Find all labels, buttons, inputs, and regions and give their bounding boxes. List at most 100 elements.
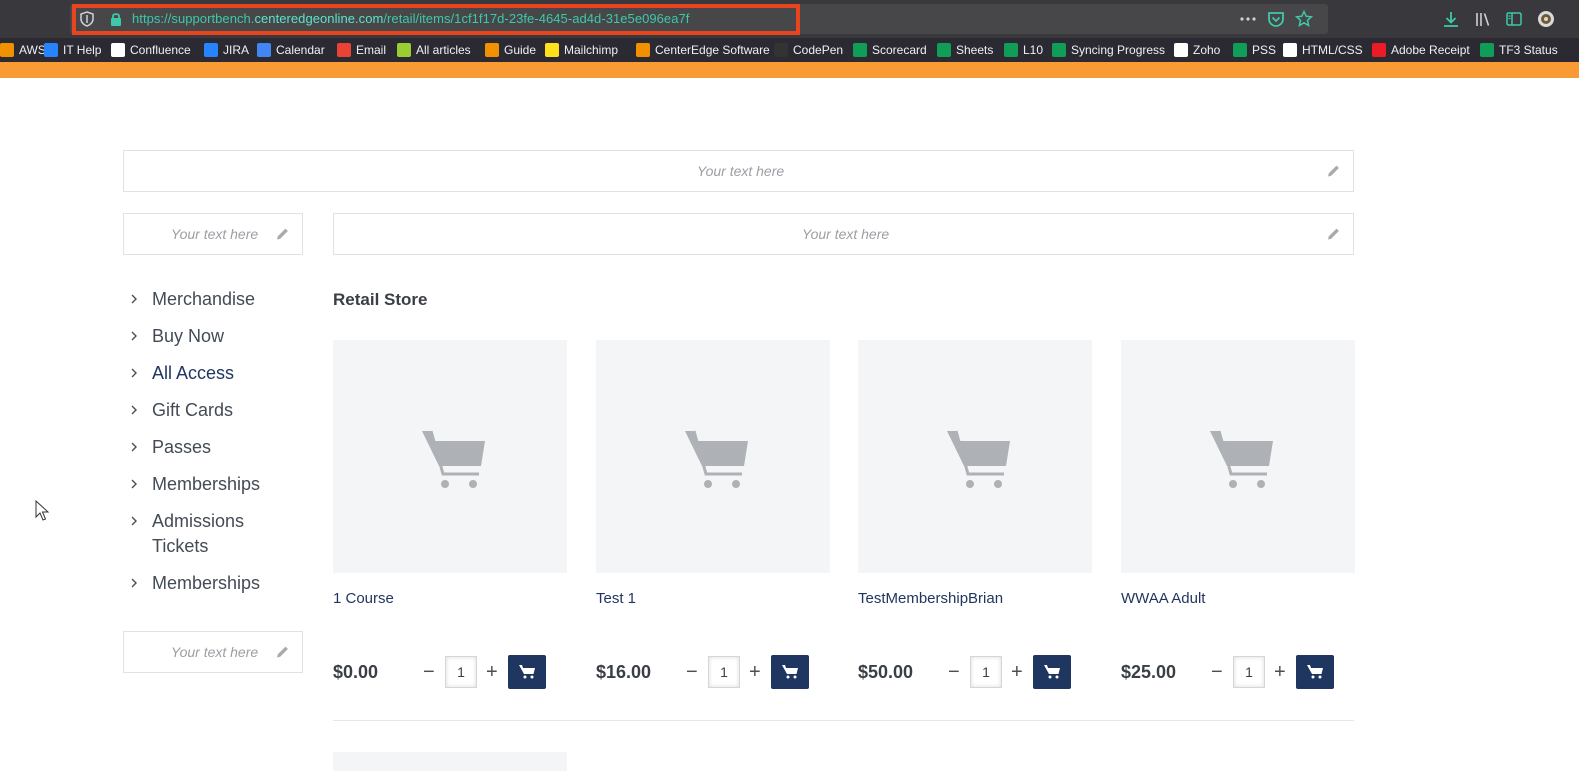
- qty-input[interactable]: [445, 656, 477, 688]
- bookmark-favicon-icon: [111, 43, 125, 57]
- text-block-placeholder: Your text here: [171, 226, 259, 242]
- downloads-icon[interactable]: [1442, 10, 1460, 28]
- pocket-icon[interactable]: [1267, 10, 1285, 28]
- bookmark-favicon-icon: [853, 43, 867, 57]
- qty-increment-button[interactable]: +: [749, 662, 761, 682]
- bookmark-scorecard[interactable]: Scorecard: [853, 42, 927, 58]
- bookmark-pss[interactable]: PSS: [1233, 42, 1276, 58]
- bookmark-calendar[interactable]: Calendar: [257, 42, 325, 58]
- content-text-block[interactable]: Your text here: [333, 213, 1354, 255]
- bookmark-zoho[interactable]: Zoho: [1174, 42, 1220, 58]
- sidebar-top-text-block[interactable]: Your text here: [123, 213, 303, 255]
- bookmark-label: PSS: [1252, 43, 1277, 57]
- bookmark-favicon-icon: [1174, 43, 1188, 57]
- bookmark-mailchimp[interactable]: Mailchimp: [545, 42, 618, 58]
- qty-increment-button[interactable]: +: [486, 662, 498, 682]
- site-header-bar: [0, 62, 1579, 78]
- bookmark-favicon-icon: [204, 43, 218, 57]
- bookmark-label: Calendar: [276, 43, 325, 57]
- qty-decrement-button[interactable]: −: [1211, 662, 1223, 682]
- bookmark-centeredge-software[interactable]: CenterEdge Software: [636, 42, 770, 58]
- bookmark-favicon-icon: [545, 43, 559, 57]
- edit-pencil-icon[interactable]: [275, 227, 290, 242]
- bookmark-adobe-receipt[interactable]: Adobe Receipt: [1372, 42, 1470, 58]
- product-price: $25.00: [1121, 662, 1177, 682]
- qty-decrement-button[interactable]: −: [686, 662, 698, 682]
- qty-increment-button[interactable]: +: [1011, 662, 1023, 682]
- cart-placeholder-icon: [685, 430, 748, 488]
- bookmark-l10[interactable]: L10: [1004, 42, 1043, 58]
- qty-increment-button[interactable]: +: [1274, 662, 1286, 682]
- chevron-right-icon: [131, 479, 137, 489]
- library-icon[interactable]: [1474, 10, 1492, 28]
- bookmark-codepen[interactable]: CodePen: [774, 42, 843, 58]
- product-image[interactable]: [333, 340, 567, 573]
- edit-pencil-icon[interactable]: [1326, 164, 1341, 179]
- product-image[interactable]: [596, 340, 830, 573]
- add-to-cart-icon: [519, 665, 535, 679]
- bookmark-tf3-status[interactable]: TF3 Status: [1480, 42, 1558, 58]
- bookmark-html-css[interactable]: HTML/CSS: [1283, 42, 1363, 58]
- bookmark-label: AWS: [19, 43, 46, 57]
- qty-input[interactable]: [970, 656, 1002, 688]
- add-to-cart-button[interactable]: [771, 655, 809, 689]
- qty-decrement-button[interactable]: −: [423, 662, 435, 682]
- text-block-placeholder: Your text here: [802, 226, 890, 242]
- bookmark-it-help[interactable]: IT Help: [44, 42, 101, 58]
- qty-input[interactable]: [708, 656, 740, 688]
- bookmark-confluence[interactable]: Confluence: [111, 42, 191, 58]
- add-to-cart-icon: [782, 665, 798, 679]
- bookmark-label: IT Help: [63, 43, 102, 57]
- nav-item-label: Gift Cards: [152, 400, 234, 420]
- bookmark-label: Email: [356, 43, 387, 57]
- nav-item-label: Admissions Tickets: [152, 511, 245, 556]
- bookmark-jira[interactable]: JIRA: [204, 42, 249, 58]
- sidebar-toggle-icon[interactable]: [1505, 10, 1523, 28]
- add-to-cart-button[interactable]: [1033, 655, 1071, 689]
- product-name-link[interactable]: 1 Course: [333, 590, 394, 607]
- bookmark-guide[interactable]: Guide: [485, 42, 536, 58]
- product-price: $16.00: [596, 662, 652, 682]
- add-to-cart-button[interactable]: [1296, 655, 1334, 689]
- url-highlight-annotation: [72, 4, 800, 35]
- bookmark-star-icon[interactable]: [1295, 10, 1313, 28]
- edit-pencil-icon[interactable]: [1326, 227, 1341, 242]
- bookmark-label: Zoho: [1193, 43, 1221, 57]
- page-actions-more-icon[interactable]: [1239, 10, 1257, 28]
- header-text-block[interactable]: Your text here: [123, 150, 1354, 192]
- nav-item-label: All Access: [152, 363, 235, 383]
- qty-input[interactable]: [1233, 656, 1265, 688]
- bookmarks-toolbar: AWS IT Help Confluence JIRA Calendar Email All…: [0, 38, 1579, 62]
- cart-placeholder-icon: [947, 430, 1010, 488]
- chevron-right-icon: [131, 368, 137, 378]
- product-card: 1 Course $0.00 − +: [333, 340, 567, 720]
- text-block-placeholder: Your text here: [697, 163, 785, 179]
- add-to-cart-icon: [1307, 665, 1323, 679]
- product-name-link[interactable]: WWAA Adult: [1121, 590, 1205, 607]
- bookmark-favicon-icon: [0, 43, 14, 57]
- bookmark-email[interactable]: Email: [337, 42, 386, 58]
- bookmark-all-articles[interactable]: All articles: [397, 42, 471, 58]
- product-name-link[interactable]: TestMembershipBrian: [858, 590, 1003, 607]
- bookmark-favicon-icon: [1004, 43, 1018, 57]
- bookmark-label: Adobe Receipt: [1391, 43, 1470, 57]
- bookmark-aws[interactable]: AWS: [0, 42, 46, 58]
- edit-pencil-icon[interactable]: [275, 645, 290, 660]
- product-card: WWAA Adult $25.00 − +: [1121, 340, 1355, 720]
- product-name-link[interactable]: Test 1: [596, 590, 636, 607]
- nav-item-label: Memberships: [152, 573, 261, 593]
- account-avatar-icon[interactable]: [1537, 10, 1555, 28]
- chevron-right-icon: [131, 294, 137, 304]
- bookmark-label: L10: [1023, 43, 1044, 57]
- product-image[interactable]: [1121, 340, 1355, 573]
- qty-decrement-button[interactable]: −: [948, 662, 960, 682]
- product-image[interactable]: [858, 340, 1092, 573]
- bookmark-favicon-icon: [774, 43, 788, 57]
- product-image-placeholder[interactable]: [333, 752, 567, 771]
- bookmark-syncing-progress[interactable]: Syncing Progress: [1052, 42, 1165, 58]
- add-to-cart-button[interactable]: [508, 655, 546, 689]
- bookmark-sheets[interactable]: Sheets: [937, 42, 993, 58]
- bookmark-label: TF3 Status: [1499, 43, 1558, 57]
- nav-item-label: Passes: [152, 437, 212, 457]
- sidebar-bottom-text-block[interactable]: Your text here: [123, 631, 303, 673]
